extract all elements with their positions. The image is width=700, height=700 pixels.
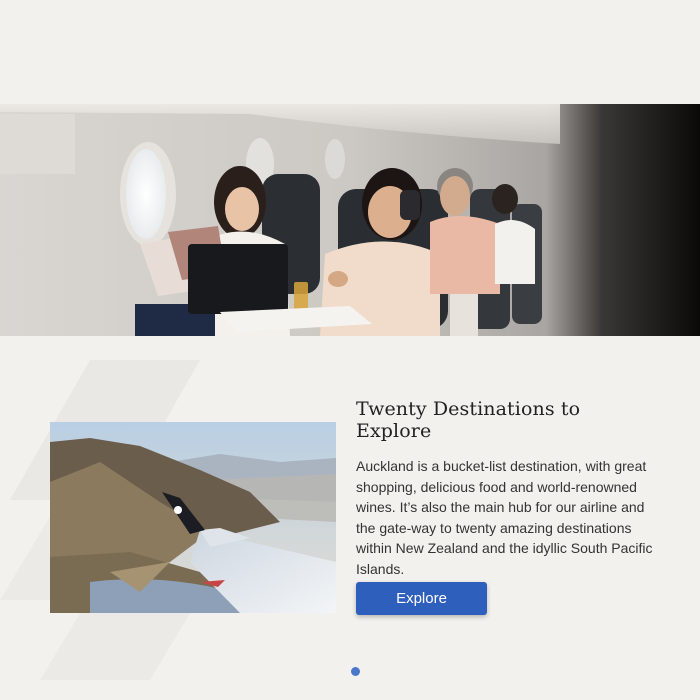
carousel-dot-active[interactable] [351, 667, 360, 676]
explore-button[interactable]: Explore [356, 582, 487, 615]
feature-image [50, 422, 336, 613]
page: Twenty Destinations to Explore Auckland … [0, 0, 700, 700]
hero-image [0, 104, 700, 336]
feature-title: Twenty Destinations to Explore [356, 398, 581, 442]
feature-content: Twenty Destinations to Explore Auckland … [356, 398, 656, 579]
feature-description: Auckland is a bucket-list destination, w… [356, 458, 653, 577]
